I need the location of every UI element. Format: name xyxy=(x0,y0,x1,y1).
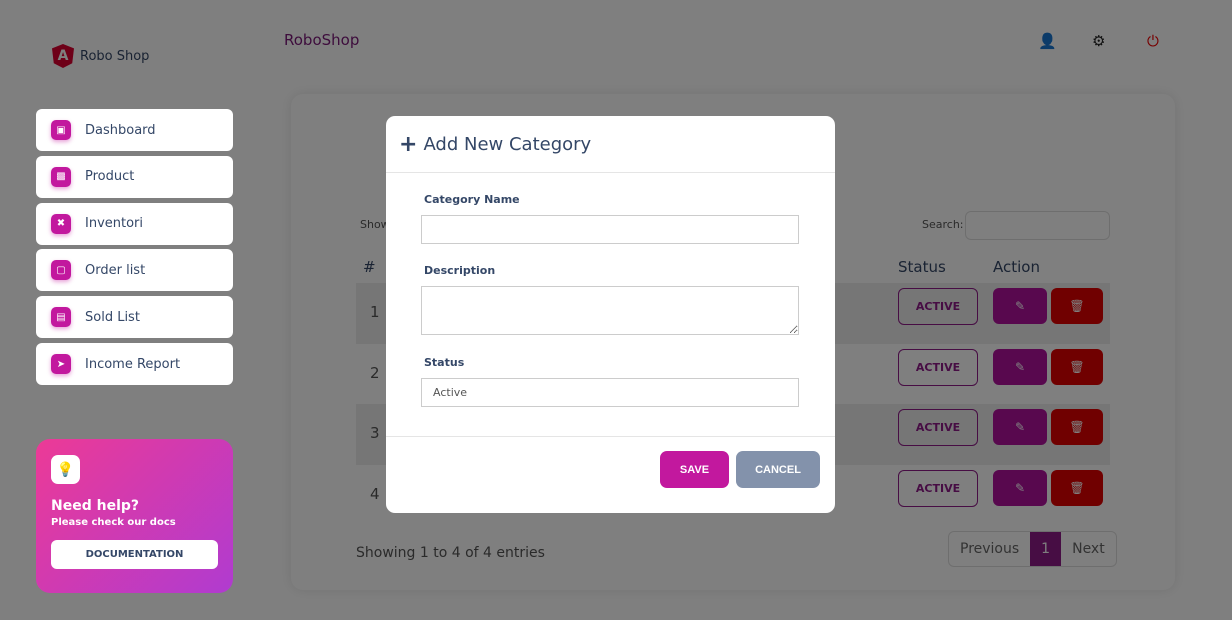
add-category-modal: + Add New Category Category Name Descript… xyxy=(386,116,835,513)
cancel-button[interactable]: CANCEL xyxy=(736,451,820,488)
sidebar-item-label: Inventori xyxy=(85,216,144,232)
sidebar-item-income-report[interactable]: ➤ Income Report xyxy=(36,343,233,385)
sidebar-item-product[interactable]: ▩ Product xyxy=(36,155,233,198)
sidebar-item-order-list[interactable]: ▢ Order list xyxy=(36,249,233,292)
category-name-label: Category Name xyxy=(424,193,520,206)
save-button[interactable]: SAVE xyxy=(660,451,729,488)
description-textarea[interactable] xyxy=(421,286,799,335)
sidebar-item-label: Sold List xyxy=(85,309,140,325)
modal-title: Add New Category xyxy=(423,133,592,155)
sidebar-item-inventori[interactable]: ✖ Inventori xyxy=(36,202,233,245)
help-subtitle: Please check our docs xyxy=(51,517,176,528)
document-icon: ▢ xyxy=(51,260,71,281)
sidebar-item-dashboard[interactable]: ▣ Dashboard xyxy=(36,109,233,151)
modal-footer-divider xyxy=(386,436,835,437)
sidebar-item-label: Order list xyxy=(85,262,146,278)
documentation-button[interactable]: DOCUMENTATION xyxy=(51,540,218,569)
sidebar-item-label: Product xyxy=(85,169,135,185)
category-name-input[interactable] xyxy=(421,215,799,244)
sidebar-item-label: Income Report xyxy=(85,356,181,372)
status-label: Status xyxy=(424,356,465,369)
status-input[interactable] xyxy=(421,378,799,407)
chart-icon: ▩ xyxy=(51,166,71,187)
lightbulb-icon: 💡 xyxy=(51,455,80,484)
rocket-icon: ➤ xyxy=(51,354,71,374)
sidebar-item-sold-list[interactable]: ▤ Sold List xyxy=(36,296,233,339)
shop-icon: ▣ xyxy=(51,120,71,140)
plus-icon: + xyxy=(399,131,418,157)
help-title: Need help? xyxy=(51,498,140,514)
modal-header: + Add New Category xyxy=(386,116,835,173)
tools-icon: ✖ xyxy=(51,213,71,234)
help-card: 💡 Need help? Please check our docs DOCUM… xyxy=(36,439,233,593)
sidebar-item-label: Dashboard xyxy=(85,122,156,138)
description-label: Description xyxy=(424,264,496,277)
card-icon: ▤ xyxy=(51,307,71,328)
